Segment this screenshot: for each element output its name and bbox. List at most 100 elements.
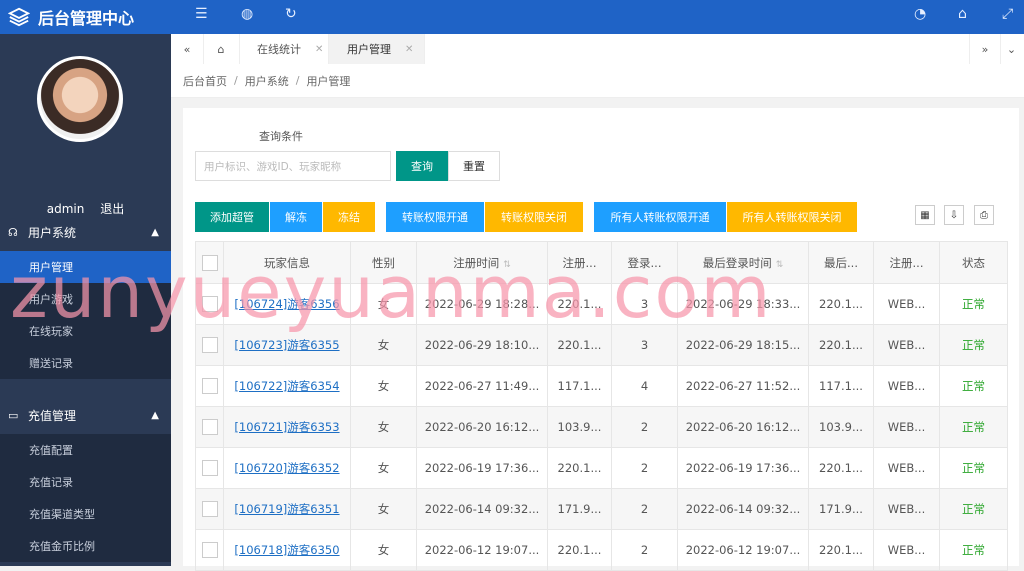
sidebar-item-gift-records[interactable]: 赠送记录 xyxy=(0,347,171,379)
row-checkbox[interactable] xyxy=(195,365,224,407)
table-row: [106721]游客6353 女 2022-06-20 16:12... 103.9.… xyxy=(195,406,1008,448)
sort-icon: ⇅ xyxy=(503,259,511,270)
table-row: [106718]游客6350 女 2022-06-12 19:07... 220.1.… xyxy=(195,529,1008,571)
menu-group-user-system: ☊ 用户系统 ▲ 用户管理 用户游戏 在线玩家 赠送记录 xyxy=(0,213,171,379)
home-icon[interactable]: ⌂ xyxy=(203,34,240,64)
table-row: [106720]游客6352 女 2022-06-19 17:36... 220.1.… xyxy=(195,447,1008,489)
cell-logins: 2 xyxy=(611,447,678,489)
menu-head-label: 充值管理 xyxy=(28,408,77,423)
sidebar-item-online-players[interactable]: 在线玩家 xyxy=(0,315,171,347)
all-transfer-enable-button[interactable]: 所有人转账权限开通 xyxy=(594,202,726,232)
row-checkbox[interactable] xyxy=(195,283,224,325)
col-last-login[interactable]: 最后登录时间 ⇅ xyxy=(677,241,809,284)
dashboard-icon[interactable]: ◔ xyxy=(914,6,926,22)
cell-last-login: 2022-06-29 18:15... xyxy=(677,324,809,366)
avatar[interactable] xyxy=(37,56,123,142)
menu-head-user-system[interactable]: ☊ 用户系统 ▲ xyxy=(0,213,171,251)
transfer-disable-button[interactable]: 转账权限关闭 xyxy=(485,202,583,232)
select-all-checkbox[interactable] xyxy=(195,241,224,284)
cell-gender: 女 xyxy=(350,324,417,366)
table-row: [106719]游客6351 女 2022-06-14 09:32... 171.9.… xyxy=(195,488,1008,530)
export-icon[interactable]: ⇩ xyxy=(944,205,964,225)
transfer-enable-button[interactable]: 转账权限开通 xyxy=(386,202,484,232)
columns-icon[interactable]: ▦ xyxy=(915,205,935,225)
breadcrumb-home[interactable]: 后台首页 xyxy=(183,73,227,89)
cell-status: 正常 xyxy=(939,529,1008,571)
cell-last-ip: 220.1... xyxy=(808,283,874,325)
sidebar-item-recharge-ratio[interactable]: 充值金币比例 xyxy=(0,530,171,562)
tab-user-management[interactable]: 用户管理 ✕ xyxy=(329,34,425,64)
menu-head-recharge[interactable]: ▭ 充值管理 ▲ xyxy=(0,396,171,434)
brand-title: 后台管理中心 xyxy=(38,9,135,28)
col-reg-ip: 注册... xyxy=(547,241,612,284)
print-icon[interactable]: ⎙ xyxy=(974,205,994,225)
cell-reg-ip: 103.9... xyxy=(547,406,612,448)
cell-channel: WEB... xyxy=(873,365,940,407)
menu-toggle-icon[interactable]: ☰ xyxy=(195,6,208,22)
card-icon: ▭ xyxy=(8,408,19,422)
close-icon[interactable]: ✕ xyxy=(405,44,413,55)
col-reg-time[interactable]: 注册时间 ⇅ xyxy=(416,241,548,284)
cell-player[interactable]: [106724]游客6356 xyxy=(223,283,351,325)
cell-last-login: 2022-06-27 11:52... xyxy=(677,365,809,407)
cell-channel: WEB... xyxy=(873,283,940,325)
chevron-down-icon[interactable]: ⌄ xyxy=(999,34,1024,64)
add-super-admin-button[interactable]: 添加超管 xyxy=(195,202,269,232)
tab-scroll-left-icon[interactable]: « xyxy=(171,34,204,64)
cell-status: 正常 xyxy=(939,365,1008,407)
cell-player[interactable]: [106718]游客6350 xyxy=(223,529,351,571)
cell-reg-ip: 220.1... xyxy=(547,324,612,366)
row-checkbox[interactable] xyxy=(195,447,224,489)
cell-reg-ip: 220.1... xyxy=(547,447,612,489)
close-icon[interactable]: ✕ xyxy=(315,44,323,55)
cell-channel: WEB... xyxy=(873,324,940,366)
tag-icon[interactable]: ⌂ xyxy=(958,6,967,22)
sidebar-item-user-management[interactable]: 用户管理 xyxy=(0,251,171,283)
tab-online-stats[interactable]: 在线统计 ✕ xyxy=(239,34,329,64)
cell-player[interactable]: [106719]游客6351 xyxy=(223,488,351,530)
cell-last-ip: 171.9... xyxy=(808,488,874,530)
brand[interactable]: 后台管理中心 xyxy=(0,0,171,34)
row-checkbox[interactable] xyxy=(195,324,224,366)
sidebar-item-recharge-channel[interactable]: 充值渠道类型 xyxy=(0,498,171,530)
cell-reg-time: 2022-06-20 16:12... xyxy=(416,406,548,448)
breadcrumb-user-system[interactable]: 用户系统 xyxy=(245,73,289,89)
cell-reg-ip: 171.9... xyxy=(547,488,612,530)
globe-icon[interactable]: ◍ xyxy=(241,6,253,22)
cell-reg-ip: 220.1... xyxy=(547,529,612,571)
query-label: 查询条件 xyxy=(259,130,303,143)
cell-reg-time: 2022-06-12 19:07... xyxy=(416,529,548,571)
cell-last-login: 2022-06-29 18:33... xyxy=(677,283,809,325)
fullscreen-icon[interactable]: ⤢ xyxy=(1002,6,1013,22)
reset-button[interactable]: 重置 xyxy=(448,151,500,181)
sort-icon: ⇅ xyxy=(775,259,784,270)
cell-logins: 3 xyxy=(611,283,678,325)
cell-channel: WEB... xyxy=(873,529,940,571)
row-checkbox[interactable] xyxy=(195,529,224,571)
refresh-icon[interactable]: ↻ xyxy=(285,6,297,22)
cell-player[interactable]: [106720]游客6352 xyxy=(223,447,351,489)
all-transfer-disable-button[interactable]: 所有人转账权限关闭 xyxy=(727,202,857,232)
search-button[interactable]: 查询 xyxy=(396,151,448,181)
table-row: [106724]游客6356 女 2022-06-29 18:28... 220.1.… xyxy=(195,283,1008,325)
cell-gender: 女 xyxy=(350,283,417,325)
unfreeze-button[interactable]: 解冻 xyxy=(270,202,322,232)
cell-player[interactable]: [106721]游客6353 xyxy=(223,406,351,448)
cell-last-ip: 220.1... xyxy=(808,324,874,366)
cell-status: 正常 xyxy=(939,406,1008,448)
cell-player[interactable]: [106723]游客6355 xyxy=(223,324,351,366)
freeze-button[interactable]: 冻结 xyxy=(323,202,375,232)
row-checkbox[interactable] xyxy=(195,406,224,448)
cell-player[interactable]: [106722]游客6354 xyxy=(223,365,351,407)
caret-up-icon: ▲ xyxy=(151,226,159,238)
menu-group-recharge: ▭ 充值管理 ▲ 充值配置 充值记录 充值渠道类型 充值金币比例 xyxy=(0,396,171,562)
tab-scroll-right-icon[interactable]: » xyxy=(969,34,1001,64)
sidebar-item-recharge-config[interactable]: 充值配置 xyxy=(0,434,171,466)
row-checkbox[interactable] xyxy=(195,488,224,530)
cell-logins: 2 xyxy=(611,488,678,530)
col-status: 状态 xyxy=(939,241,1008,284)
cell-last-login: 2022-06-14 09:32... xyxy=(677,488,809,530)
search-input[interactable]: 用户标识、游戏ID、玩家昵称 xyxy=(195,151,391,181)
sidebar-item-user-games[interactable]: 用户游戏 xyxy=(0,283,171,315)
sidebar-item-recharge-records[interactable]: 充值记录 xyxy=(0,466,171,498)
